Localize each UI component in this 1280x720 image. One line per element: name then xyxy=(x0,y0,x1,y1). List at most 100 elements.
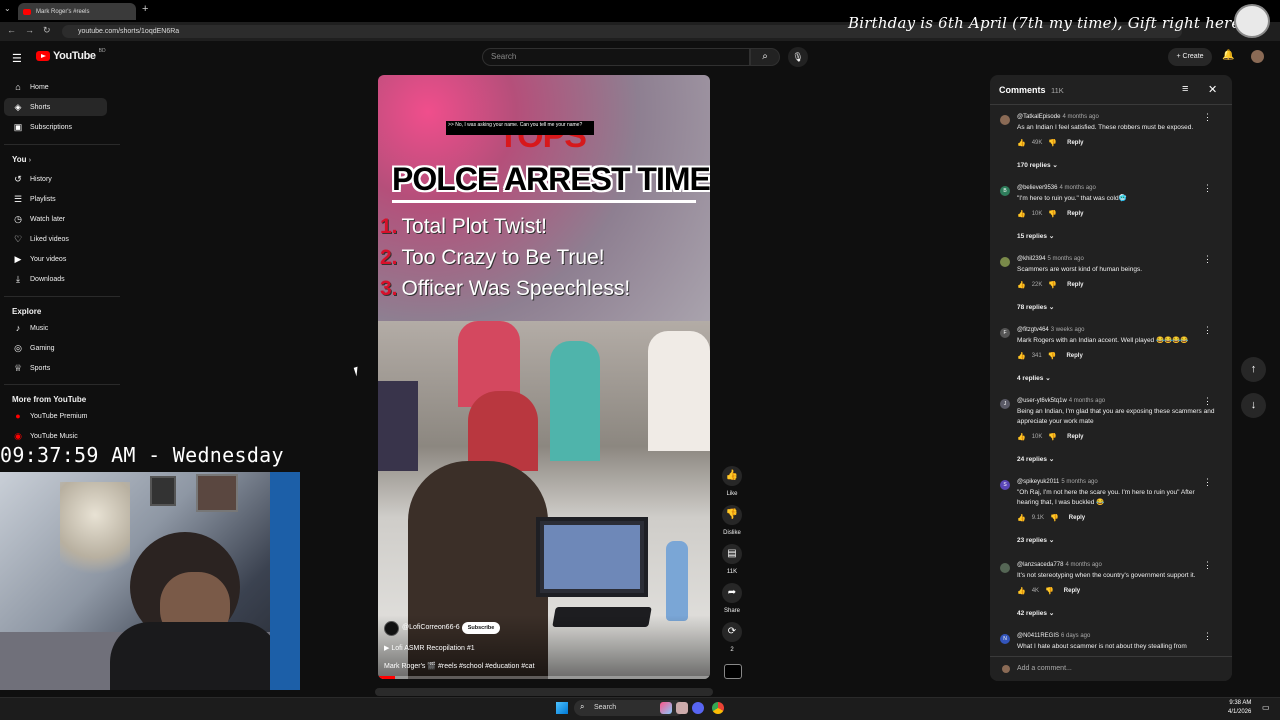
dislike-icon[interactable]: 👎 xyxy=(1045,587,1054,595)
dislike-icon[interactable]: 👎 xyxy=(1048,433,1057,441)
more-options-icon[interactable]: ⋮ xyxy=(1203,631,1212,642)
taskbar-app-icon[interactable] xyxy=(676,702,688,714)
you-section-header[interactable]: You › xyxy=(12,155,31,164)
comment-author[interactable]: @fitzgtv464 3 weeks ago xyxy=(1017,327,1084,333)
comment-author[interactable]: @khil2394 5 months ago xyxy=(1017,256,1084,262)
menu-icon[interactable]: ☰ xyxy=(12,52,22,65)
sidebar-item-sports[interactable]: ♕ Sports xyxy=(4,359,107,377)
sidebar-item-your-videos[interactable]: ▶ Your videos xyxy=(4,250,107,268)
search-button[interactable]: ⌕ xyxy=(750,48,780,66)
notification-icon[interactable]: ▭ xyxy=(1262,703,1270,712)
sidebar-item-youtube-premium[interactable]: ● YouTube Premium xyxy=(4,407,107,425)
commenter-avatar[interactable] xyxy=(1000,563,1010,573)
sidebar-item-subscriptions[interactable]: ▣ Subscriptions xyxy=(4,118,107,136)
sidebar-item-liked-videos[interactable]: ♡ Liked videos xyxy=(4,230,107,248)
commenter-avatar[interactable]: N xyxy=(1000,634,1010,644)
dislike-icon[interactable]: 👎 xyxy=(1048,281,1057,289)
like-icon[interactable]: 👍 xyxy=(1017,281,1026,289)
more-options-icon[interactable]: ⋮ xyxy=(1203,396,1212,407)
like-icon[interactable]: 👍 xyxy=(1017,352,1026,360)
comment-author[interactable]: @N0411REGIS 6 days ago xyxy=(1017,633,1090,639)
taskbar-clock[interactable]: 9:38 AM 4/1/2026 xyxy=(1228,699,1251,717)
like-icon[interactable]: 👍 xyxy=(1017,210,1026,218)
comment-author[interactable]: @lanzsaceda778 4 months ago xyxy=(1017,562,1102,568)
comments-button[interactable]: ▤ 11K xyxy=(722,544,742,575)
channel-avatar[interactable] xyxy=(384,621,399,636)
more-options-icon[interactable]: ⋮ xyxy=(1203,112,1212,123)
like-icon[interactable]: 👍 xyxy=(1017,514,1026,522)
search-input[interactable]: Search xyxy=(482,48,750,66)
video-description[interactable]: Mark Roger's 🎬 #reels #school #education… xyxy=(384,662,535,670)
more-options-icon[interactable]: ⋮ xyxy=(1203,560,1212,571)
dislike-icon[interactable]: 👎 xyxy=(1050,514,1059,522)
taskbar-app-icon[interactable] xyxy=(660,702,672,714)
commenter-avatar[interactable]: F xyxy=(1000,328,1010,338)
view-replies-button[interactable]: 24 replies ⌄ xyxy=(1017,455,1054,463)
next-short-button[interactable]: ↓ xyxy=(1241,393,1266,418)
add-comment-bar[interactable]: Add a comment... xyxy=(990,656,1232,681)
dislike-button[interactable]: 👎 Dislike xyxy=(722,505,742,536)
commenter-avatar[interactable] xyxy=(1000,257,1010,267)
tab-search-icon[interactable]: ⌄ xyxy=(4,4,11,13)
sidebar-item-playlists[interactable]: ☰ Playlists xyxy=(4,190,107,208)
remix-button[interactable]: ⟳ 2 xyxy=(722,622,742,653)
reply-button[interactable]: Reply xyxy=(1067,211,1083,217)
more-options-icon[interactable]: ⋮ xyxy=(1203,325,1212,336)
commenter-avatar[interactable] xyxy=(1000,115,1010,125)
share-button[interactable]: ➦ Share xyxy=(722,583,742,614)
user-avatar[interactable] xyxy=(1251,50,1264,63)
windows-start-icon[interactable] xyxy=(556,702,568,714)
sound-thumbnail[interactable] xyxy=(724,664,742,679)
reply-button[interactable]: Reply xyxy=(1066,353,1082,359)
reply-button[interactable]: Reply xyxy=(1064,588,1080,594)
add-comment-input[interactable]: Add a comment... xyxy=(1017,665,1072,672)
commenter-avatar[interactable]: B xyxy=(1000,186,1010,196)
channel-name[interactable]: @LofiCorreon66-6 xyxy=(402,624,460,631)
comment-author[interactable]: @user-yt6vk5tq1w 4 months ago xyxy=(1017,398,1105,404)
more-options-icon[interactable]: ⋮ xyxy=(1203,254,1212,265)
more-options-icon[interactable]: ⋮ xyxy=(1203,477,1212,488)
new-tab-icon[interactable]: + xyxy=(142,3,148,15)
reply-button[interactable]: Reply xyxy=(1067,434,1083,440)
sidebar-item-gaming[interactable]: ◎ Gaming xyxy=(4,339,107,357)
sidebar-item-watch-later[interactable]: ◷ Watch later xyxy=(4,210,107,228)
create-button[interactable]: + Create xyxy=(1168,48,1212,66)
like-icon[interactable]: 👍 xyxy=(1017,587,1026,595)
dislike-icon[interactable]: 👎 xyxy=(1048,210,1057,218)
view-replies-button[interactable]: 4 replies ⌄ xyxy=(1017,374,1051,382)
reply-button[interactable]: Reply xyxy=(1069,515,1085,521)
discord-icon[interactable] xyxy=(692,702,704,714)
voice-search-button[interactable]: 🎙 xyxy=(788,47,808,67)
dislike-icon[interactable]: 👎 xyxy=(1048,139,1057,147)
shorts-video-player[interactable]: TOPS >> No, I was asking your name. Can … xyxy=(378,75,710,679)
dislike-icon[interactable]: 👎 xyxy=(1048,352,1057,360)
chrome-icon[interactable] xyxy=(712,702,724,714)
sort-icon[interactable]: ≡ xyxy=(1182,83,1188,95)
notifications-bell-icon[interactable]: 🔔 xyxy=(1222,50,1234,61)
browser-nav-icons[interactable]: ←→↻ xyxy=(7,25,60,36)
previous-short-button[interactable]: ↑ xyxy=(1241,357,1266,382)
like-button[interactable]: 👍 Like xyxy=(722,466,742,497)
comment-author[interactable]: @believer9536 4 months ago xyxy=(1017,185,1096,191)
view-replies-button[interactable]: 15 replies ⌄ xyxy=(1017,232,1054,240)
commenter-avatar[interactable]: S xyxy=(1000,480,1010,490)
view-replies-button[interactable]: 42 replies ⌄ xyxy=(1017,609,1054,617)
music-link[interactable]: ▶ Lofi ASMR Recopilation #1 xyxy=(384,644,475,652)
sidebar-item-home[interactable]: ⌂ Home xyxy=(4,78,107,96)
view-replies-button[interactable]: 23 replies ⌄ xyxy=(1017,536,1054,544)
like-icon[interactable]: 👍 xyxy=(1017,139,1026,147)
reply-button[interactable]: Reply xyxy=(1067,140,1083,146)
sidebar-item-downloads[interactable]: ⤓ Downloads xyxy=(4,270,107,288)
youtube-logo[interactable]: YouTube BD xyxy=(36,48,106,62)
sidebar-item-shorts[interactable]: ◈ Shorts xyxy=(4,98,107,116)
view-replies-button[interactable]: 170 replies ⌄ xyxy=(1017,161,1058,169)
video-progress-bar[interactable] xyxy=(378,676,710,679)
like-icon[interactable]: 👍 xyxy=(1017,433,1026,441)
browser-tab[interactable]: Mark Roger's #reels xyxy=(18,3,136,20)
close-icon[interactable]: ✕ xyxy=(1208,83,1217,96)
sidebar-item-history[interactable]: ↺ History xyxy=(4,170,107,188)
commenter-avatar[interactable]: J xyxy=(1000,399,1010,409)
reply-button[interactable]: Reply xyxy=(1067,282,1083,288)
comment-author[interactable]: @spikeyuk2011 5 months ago xyxy=(1017,479,1098,485)
comment-author[interactable]: @TatkalEpisode 4 months ago xyxy=(1017,114,1099,120)
